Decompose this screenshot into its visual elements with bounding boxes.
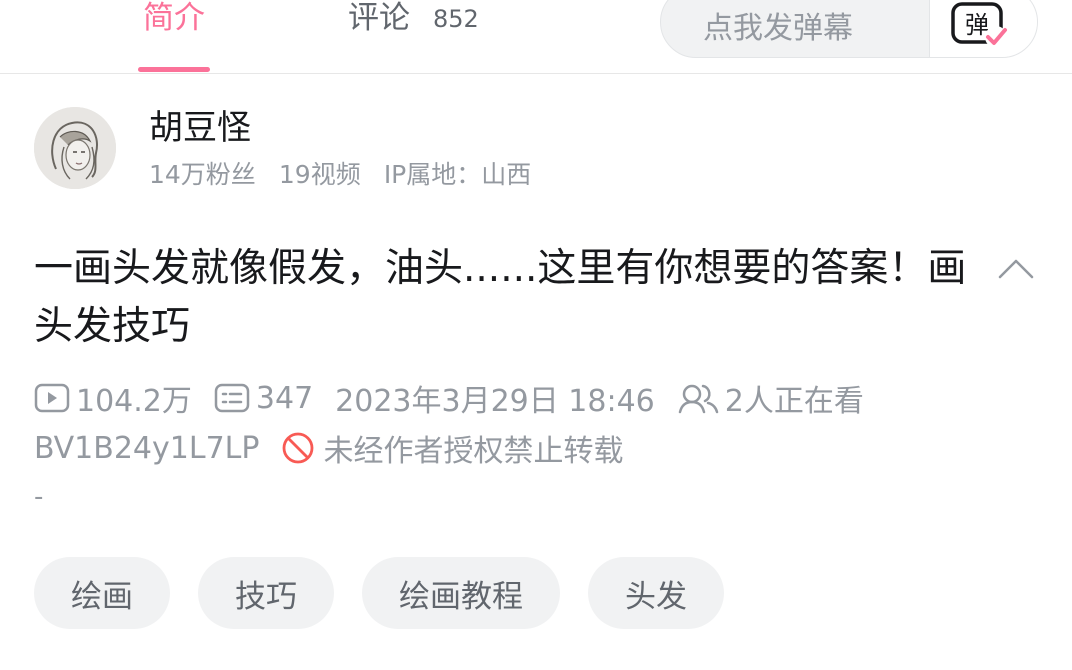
active-tab-indicator [138,67,210,72]
avatar-sketch-icon [34,107,116,189]
video-id-row: BV1B24y1L7LP 未经作者授权禁止转载 [34,428,624,470]
ip-location: IP属地：山西 [383,160,532,189]
chevron-up-icon [998,259,1034,279]
comment-count: 852 [433,5,479,33]
danmaku-input[interactable] [661,0,929,57]
publish-date: 2023年3月29日 18:46 [335,384,655,419]
video-description: - [34,482,44,512]
video-stats: 104.2万 347 2023年3月29日 18:46 2人正在看 [34,376,886,420]
uploader-name[interactable]: 胡豆怪 [149,108,251,148]
uploader-stats: 14万粉丝 19视频 IP属地：山西 [149,160,549,190]
bvid[interactable]: BV1B24y1L7LP [34,431,259,466]
tab-comments[interactable]: 评论 852 [348,0,508,74]
tag-item[interactable]: 绘画 [34,557,170,629]
copyright-notice: 未经作者授权禁止转载 [323,434,624,469]
watching-now-value: 2人正在看 [724,384,864,419]
danmaku-count-icon [214,383,250,413]
video-detail-page: 简介 评论 852 弹 [0,0,1072,670]
follower-count: 14万粉丝 [149,160,256,189]
video-count: 19视频 [278,160,361,189]
danmaku-toggle-icon: 弹 [951,2,1007,48]
tag-item[interactable]: 绘画教程 [362,557,560,629]
tag-item[interactable]: 技巧 [198,557,334,629]
play-count-icon [34,383,70,413]
prohibited-icon [283,432,314,464]
tag-list: 绘画 技巧 绘画教程 头发 [34,557,752,629]
watching-people-icon [678,384,719,414]
view-count: 104.2万 [34,376,192,420]
collapse-button[interactable] [996,250,1036,290]
avatar[interactable] [34,107,116,189]
tag-item[interactable]: 头发 [588,557,724,629]
danmaku-toggle-button[interactable]: 弹 [929,0,1037,57]
view-count-value: 104.2万 [76,384,192,419]
tab-bar: 简介 评论 852 弹 [0,0,1072,74]
tab-intro-label: 简介 [143,0,205,36]
watching-now: 2人正在看 [677,376,864,420]
tab-comments-label: 评论 [348,0,410,36]
danmaku-bar: 弹 [660,0,1038,58]
tab-intro[interactable]: 简介 [138,0,212,74]
video-title: 一画头发就像假发，油头......这里有你想要的答案！画头发技巧 [34,246,967,349]
danmaku-count: 347 [214,381,313,416]
danmaku-count-value: 347 [255,380,314,416]
